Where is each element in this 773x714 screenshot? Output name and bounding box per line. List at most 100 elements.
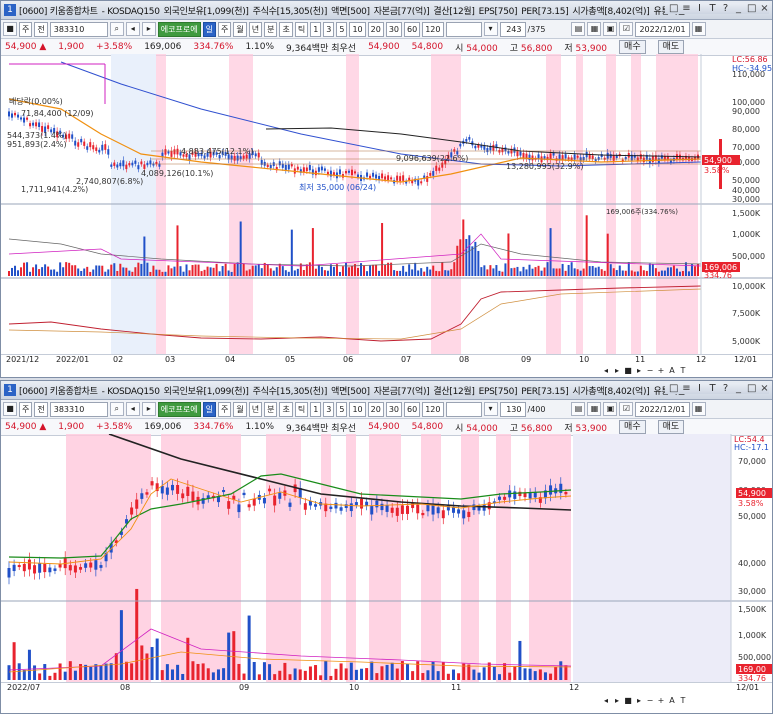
chart-area-1[interactable]: 배당락(0.00%) 71,84,400 (12/09) 544,373(1.4… bbox=[1, 54, 772, 354]
lock-icon[interactable]: ■ bbox=[3, 22, 17, 36]
date-input[interactable]: 2022/12/01 bbox=[635, 401, 690, 417]
title-bar[interactable]: 1 [0600] 키움종합차트 - KOSDAQ150 외국인보유[1,099(천)… bbox=[1, 381, 772, 400]
info-icon[interactable]: I bbox=[695, 3, 704, 14]
interval-3[interactable]: 3 bbox=[323, 401, 335, 417]
period-year[interactable]: 년 bbox=[248, 21, 263, 37]
prev-stock-icon[interactable]: ▸ bbox=[141, 22, 156, 36]
interval-3[interactable]: 3 bbox=[323, 21, 335, 37]
tool-icon-2[interactable]: ▦ bbox=[587, 22, 602, 36]
period-month[interactable]: 월 bbox=[233, 401, 247, 417]
calendar-check-icon[interactable]: ☑ bbox=[619, 22, 634, 36]
interval-input[interactable] bbox=[445, 401, 482, 417]
prev-stock-icon[interactable]: ▸ bbox=[141, 402, 156, 416]
speaker-icon[interactable]: ◂ bbox=[125, 402, 140, 416]
period-tick[interactable]: 틱 bbox=[294, 21, 309, 37]
stop-icon[interactable]: ■ bbox=[623, 366, 633, 375]
period-minute[interactable]: 분 bbox=[264, 21, 278, 37]
tool-icon-1[interactable]: ▤ bbox=[571, 22, 586, 36]
calendar-icon[interactable]: ▦ bbox=[691, 402, 706, 416]
menu-icon[interactable]: ≡ bbox=[682, 3, 691, 14]
interval-10[interactable]: 10 bbox=[349, 401, 366, 417]
interval-1[interactable]: 1 bbox=[310, 401, 322, 417]
play-icon[interactable]: ▸ bbox=[634, 696, 644, 705]
sell-button[interactable]: 매도 bbox=[657, 420, 685, 434]
market-select[interactable]: 주 bbox=[19, 401, 33, 417]
chart-area-2[interactable]: LC:54.4 HC:-17.1 70,000 60,000 50,000 40… bbox=[1, 434, 772, 682]
help-icon[interactable]: ? bbox=[721, 3, 730, 14]
tool-icon-3[interactable]: ▣ bbox=[603, 402, 618, 416]
period-day[interactable]: 일 bbox=[202, 21, 216, 37]
zoom-out-icon[interactable]: − bbox=[645, 696, 655, 705]
tool-icon-1[interactable]: ▤ bbox=[571, 402, 586, 416]
interval-30[interactable]: 30 bbox=[385, 401, 403, 417]
maximize-icon[interactable]: □ bbox=[747, 3, 756, 14]
interval-5[interactable]: 5 bbox=[336, 21, 348, 37]
title-bar[interactable]: 1 [0600] 키움종합차트 - KOSDAQ150 외국인보유[1,099(천)… bbox=[1, 1, 772, 20]
stock-name-button[interactable]: 에코프로에 bbox=[157, 401, 201, 417]
interval-input[interactable] bbox=[445, 21, 482, 37]
auto-icon[interactable]: A bbox=[667, 696, 677, 705]
dropdown-icon[interactable]: ▾ bbox=[483, 402, 498, 416]
search-icon[interactable]: ⌕ bbox=[109, 22, 124, 36]
stock-code-input[interactable]: 383310 bbox=[49, 401, 108, 417]
tool-icon-3[interactable]: ▣ bbox=[603, 22, 618, 36]
count-input[interactable]: 130 bbox=[499, 401, 526, 417]
scroll-left-icon[interactable]: ◂ bbox=[601, 696, 611, 705]
buy-button[interactable]: 매수 bbox=[619, 420, 646, 434]
period-second[interactable]: 초 bbox=[279, 21, 293, 37]
zoom-out-icon[interactable]: − bbox=[645, 366, 655, 375]
interval-20[interactable]: 20 bbox=[367, 21, 384, 37]
period-second[interactable]: 초 bbox=[279, 401, 293, 417]
dropdown-icon[interactable]: ▾ bbox=[483, 22, 498, 36]
buy-button[interactable]: 매수 bbox=[619, 40, 646, 54]
text-icon[interactable]: T bbox=[708, 383, 717, 394]
scroll-right-icon[interactable]: ▸ bbox=[612, 366, 622, 375]
period-minute[interactable]: 분 bbox=[264, 401, 278, 417]
minimize-icon[interactable]: _ bbox=[734, 3, 743, 14]
interval-20[interactable]: 20 bbox=[367, 401, 384, 417]
auto-icon[interactable]: A bbox=[667, 366, 677, 375]
scroll-right-icon[interactable]: ▸ bbox=[612, 696, 622, 705]
period-year[interactable]: 년 bbox=[248, 401, 263, 417]
interval-120[interactable]: 120 bbox=[422, 401, 444, 417]
menu-icon[interactable]: ≡ bbox=[682, 383, 691, 394]
interval-60[interactable]: 60 bbox=[404, 21, 421, 37]
period-week[interactable]: 주 bbox=[217, 401, 232, 417]
interval-10[interactable]: 10 bbox=[349, 21, 366, 37]
interval-5[interactable]: 5 bbox=[336, 401, 348, 417]
calendar-check-icon[interactable]: ☑ bbox=[619, 402, 634, 416]
help-icon[interactable]: ? bbox=[721, 383, 730, 394]
maximize-icon[interactable]: □ bbox=[747, 383, 756, 394]
period-tick[interactable]: 틱 bbox=[294, 401, 309, 417]
interval-60[interactable]: 60 bbox=[404, 401, 421, 417]
restore-icon[interactable]: □ bbox=[669, 3, 678, 14]
period-week[interactable]: 주 bbox=[217, 21, 232, 37]
play-icon[interactable]: ▸ bbox=[634, 366, 644, 375]
period-day[interactable]: 일 bbox=[202, 401, 216, 417]
all-select[interactable]: 전 bbox=[34, 21, 48, 37]
sell-button[interactable]: 매도 bbox=[657, 40, 685, 54]
stock-code-input[interactable]: 383310 bbox=[49, 21, 108, 37]
period-month[interactable]: 월 bbox=[233, 21, 247, 37]
date-input[interactable]: 2022/12/01 bbox=[635, 21, 690, 37]
count-input[interactable]: 243 bbox=[499, 21, 526, 37]
calendar-icon[interactable]: ▦ bbox=[691, 22, 706, 36]
lock-icon[interactable]: ■ bbox=[3, 402, 17, 416]
stock-name-button[interactable]: 에코프로에 bbox=[157, 21, 201, 37]
scroll-left-icon[interactable]: ◂ bbox=[601, 366, 611, 375]
search-icon[interactable]: ⌕ bbox=[109, 402, 124, 416]
all-select[interactable]: 전 bbox=[34, 401, 48, 417]
interval-1[interactable]: 1 bbox=[310, 21, 322, 37]
text-icon[interactable]: T bbox=[708, 3, 717, 14]
interval-120[interactable]: 120 bbox=[422, 21, 444, 37]
interval-30[interactable]: 30 bbox=[385, 21, 403, 37]
zoom-in-icon[interactable]: + bbox=[656, 366, 666, 375]
market-select[interactable]: 주 bbox=[19, 21, 33, 37]
text-tool-icon[interactable]: T bbox=[678, 366, 688, 375]
tool-icon-2[interactable]: ▦ bbox=[587, 402, 602, 416]
text-tool-icon[interactable]: T bbox=[678, 696, 688, 705]
minimize-icon[interactable]: _ bbox=[734, 383, 743, 394]
speaker-icon[interactable]: ◂ bbox=[125, 22, 140, 36]
stop-icon[interactable]: ■ bbox=[623, 696, 633, 705]
close-icon[interactable]: × bbox=[760, 3, 769, 14]
